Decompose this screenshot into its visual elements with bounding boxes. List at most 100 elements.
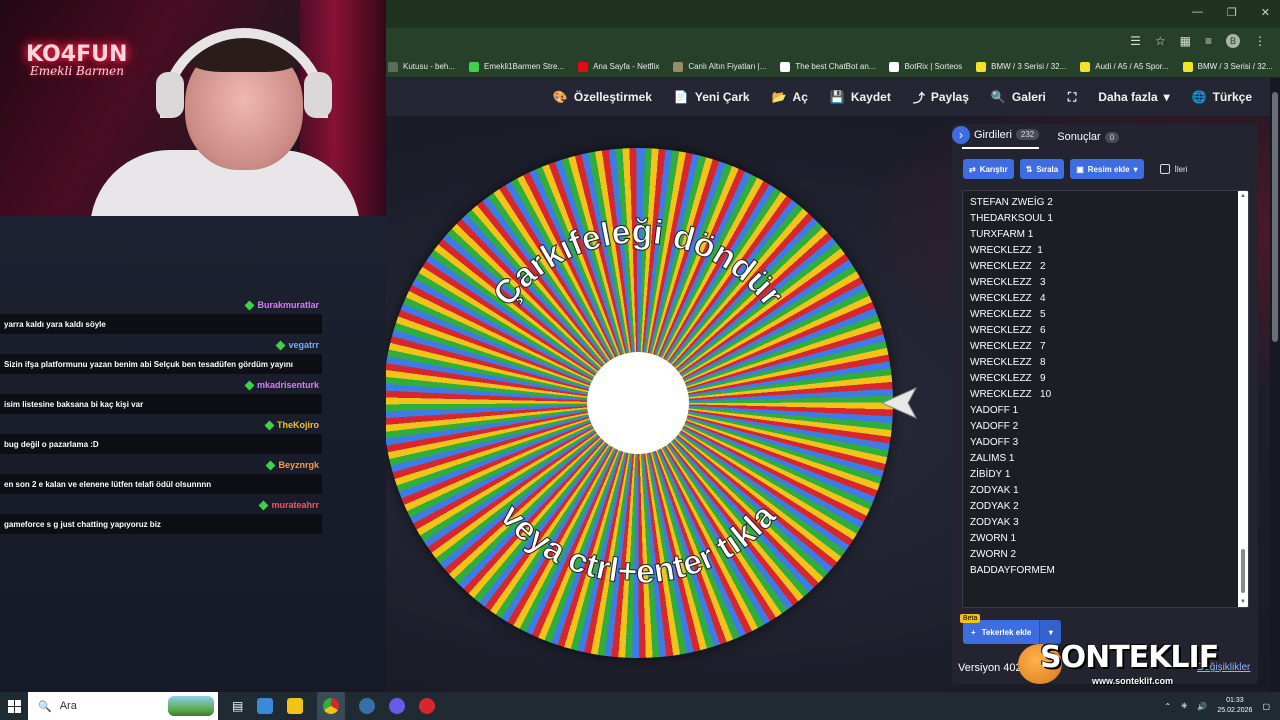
checkbox-box[interactable] bbox=[1159, 164, 1170, 174]
discord-icon[interactable] bbox=[389, 698, 406, 714]
tray-chevron-icon[interactable]: ⌃ bbox=[1164, 702, 1171, 711]
bookmark-item[interactable]: The best ChatBot an... bbox=[780, 61, 875, 72]
entry-line: ZODYAK 1 bbox=[970, 485, 1019, 496]
minimize-icon[interactable]: — bbox=[1192, 6, 1203, 19]
chat-badge-icon bbox=[276, 340, 286, 350]
page-scrollbar-thumb[interactable] bbox=[1272, 92, 1278, 342]
chat-username: Burakmuratlar bbox=[245, 300, 319, 310]
add-image-button[interactable]: ▣ Resim ekle ▾ bbox=[1070, 159, 1144, 179]
advanced-checkbox[interactable]: İleri bbox=[1159, 164, 1188, 174]
taskbar-search[interactable]: 🔍 Ara bbox=[28, 692, 218, 720]
profile-avatar[interactable]: B bbox=[1226, 34, 1240, 48]
bookmark-item[interactable]: BotRix | Sorteos bbox=[889, 61, 963, 72]
entries-textarea[interactable]: STEFAN ZWEİG 2 THEDARKSOUL 1 TURXFARM 1 WRE… bbox=[962, 190, 1249, 608]
entries-scrollbar-thumb[interactable] bbox=[1241, 549, 1245, 593]
chevron-down-icon: ▾ bbox=[1048, 627, 1053, 637]
scroll-up-icon[interactable]: ▲ bbox=[1240, 193, 1246, 199]
save-button[interactable]: 💾 Kaydet bbox=[830, 90, 891, 104]
top-navigation: 🎨 Özelleştirmek 📄 Yeni Çark 📂 Aç 💾 Kaydet ⤴ P… bbox=[386, 78, 1270, 116]
share-icon: ⤴ bbox=[912, 90, 925, 105]
windows-icon bbox=[7, 699, 21, 713]
chat-message: bug değil o pazarlama :D bbox=[0, 434, 322, 454]
headphone-cup-left bbox=[156, 72, 184, 118]
share-button[interactable]: ⤴ Paylaş bbox=[913, 89, 969, 106]
clock-time: 01:33 bbox=[1226, 697, 1244, 704]
notification-icon[interactable]: ▢ bbox=[1262, 702, 1270, 711]
task-view-icon[interactable]: ▤ bbox=[232, 699, 243, 713]
shuffle-button[interactable]: ⇄ Karıştır bbox=[963, 159, 1014, 179]
streaming-app-icon[interactable] bbox=[419, 698, 436, 714]
open-button[interactable]: 📂 Aç bbox=[772, 90, 808, 104]
bookmark-item[interactable]: Audi / A5 / A5 Spor... bbox=[1080, 61, 1169, 72]
sort-button[interactable]: ⇅ Sırala bbox=[1019, 159, 1065, 179]
bookmark-label: BMW / 3 Serisi / 32... bbox=[991, 62, 1067, 71]
bookmark-item[interactable]: BMW / 3 Serisi / 32... bbox=[1182, 61, 1273, 72]
obs-icon[interactable] bbox=[359, 698, 376, 714]
start-button[interactable] bbox=[0, 692, 28, 720]
tab-entries[interactable]: › Girdileri 232 bbox=[952, 125, 1040, 149]
wheel-pointer bbox=[880, 386, 918, 420]
bookmark-item[interactable]: Canlı Altın Fiyatları |... bbox=[673, 61, 766, 72]
entries-count-badge: 232 bbox=[1015, 129, 1040, 140]
bookmark-item[interactable]: Emekli1Barmen Stre... bbox=[469, 61, 564, 72]
entries-scrollbar[interactable]: ▲ ▼ bbox=[1238, 191, 1248, 607]
extensions-icon[interactable]: ▦ bbox=[1180, 34, 1191, 48]
new-wheel-button[interactable]: 📄 Yeni Çark bbox=[674, 90, 750, 104]
customize-button[interactable]: 🎨 Özelleştirmek bbox=[553, 90, 652, 104]
restore-icon[interactable]: ❐ bbox=[1227, 6, 1237, 19]
wheel-bottom-text: veya ctrl+enter tıkla bbox=[493, 496, 785, 591]
volume-icon[interactable]: 🔊 bbox=[1197, 702, 1207, 711]
chevron-down-icon: ▾ bbox=[1163, 90, 1170, 104]
entry-line: THEDARKSOUL 1 bbox=[970, 213, 1053, 224]
bookmark-item[interactable]: Kutusu - beh... bbox=[388, 61, 455, 72]
search-highlight-image[interactable] bbox=[168, 696, 214, 716]
shuffle-label: Karıştır bbox=[979, 164, 1008, 174]
entry-line: ZALIMS 1 bbox=[970, 453, 1015, 464]
scroll-down-icon[interactable]: ▼ bbox=[1240, 599, 1246, 605]
chat-username-text: TheKojiro bbox=[277, 420, 319, 430]
spin-wheel[interactable]: Çarkıfeleği döndür veya ctrl+enter tıkla bbox=[383, 148, 895, 660]
taskbar-apps: ▤ bbox=[232, 692, 436, 720]
file-explorer-icon[interactable] bbox=[287, 698, 304, 714]
share-label: Paylaş bbox=[930, 90, 969, 104]
save-label: Kaydet bbox=[850, 90, 891, 104]
language-selector[interactable]: 🌐 Türkçe bbox=[1192, 90, 1252, 104]
fullscreen-button[interactable]: ⛶ bbox=[1068, 90, 1076, 105]
bookmark-favicon-icon bbox=[780, 61, 791, 72]
network-icon[interactable]: ⎈ bbox=[1181, 701, 1187, 711]
more-label: Daha fazla bbox=[1098, 90, 1158, 104]
page-scrollbar[interactable] bbox=[1270, 78, 1280, 692]
add-image-label: Resim ekle bbox=[1087, 164, 1130, 174]
gallery-button[interactable]: 🔍 Galeri bbox=[991, 90, 1046, 104]
beta-badge: Beta bbox=[960, 614, 981, 623]
chat-message: yarra kaldı yara kaldı söyle bbox=[0, 314, 322, 334]
bookmark-label: Audi / A5 / A5 Spor... bbox=[1095, 62, 1169, 71]
taskbar-clock[interactable]: 01:33 25.02.2026 bbox=[1217, 696, 1252, 716]
chrome-taskbar-button[interactable] bbox=[317, 692, 346, 720]
bookmark-item[interactable]: Ana Sayfa - Netflix bbox=[578, 61, 659, 72]
media-icon[interactable]: ≡ bbox=[1205, 34, 1212, 48]
chat-message: gameforce s g just chatting yapıyoruz bi… bbox=[0, 514, 322, 534]
add-wheel-main[interactable]: + Tekerlek ekle bbox=[963, 620, 1040, 644]
advanced-label: İleri bbox=[1174, 164, 1188, 174]
entries-list[interactable]: STEFAN ZWEİG 2 THEDARKSOUL 1 TURXFARM 1 WRE… bbox=[970, 195, 1055, 579]
chat-message: en son 2 e kalan ve elenene lütfen telaf… bbox=[0, 474, 322, 494]
taskbar-search-placeholder: Ara bbox=[59, 700, 77, 712]
entry-line: WRECKLEZZ 1 bbox=[970, 245, 1043, 256]
address-bar-actions: ☰ ☆ ▦ ≡ B ⋮ bbox=[1130, 34, 1266, 48]
tab-entries-label: Girdileri bbox=[974, 128, 1012, 141]
translate-icon[interactable]: ☰ bbox=[1130, 34, 1141, 48]
menu-icon[interactable]: ⋮ bbox=[1254, 34, 1266, 48]
chat-badge-icon bbox=[244, 380, 255, 390]
star-icon[interactable]: ☆ bbox=[1155, 34, 1166, 48]
app-icon[interactable] bbox=[257, 698, 274, 714]
image-icon: ▣ bbox=[1076, 164, 1084, 174]
bookmark-label: BotRix | Sorteos bbox=[904, 62, 963, 71]
close-icon[interactable]: ✕ bbox=[1261, 6, 1270, 19]
bookmark-item[interactable]: BMW / 3 Serisi / 32... bbox=[976, 61, 1067, 72]
chevron-right-icon[interactable]: › bbox=[952, 125, 970, 144]
chat-username: mkadrisenturk bbox=[244, 380, 319, 390]
entry-line: TURXFARM 1 bbox=[970, 229, 1034, 240]
tab-results[interactable]: Sonuçlar 0 bbox=[1057, 131, 1120, 143]
more-menu[interactable]: Daha fazla ▾ bbox=[1098, 90, 1169, 104]
